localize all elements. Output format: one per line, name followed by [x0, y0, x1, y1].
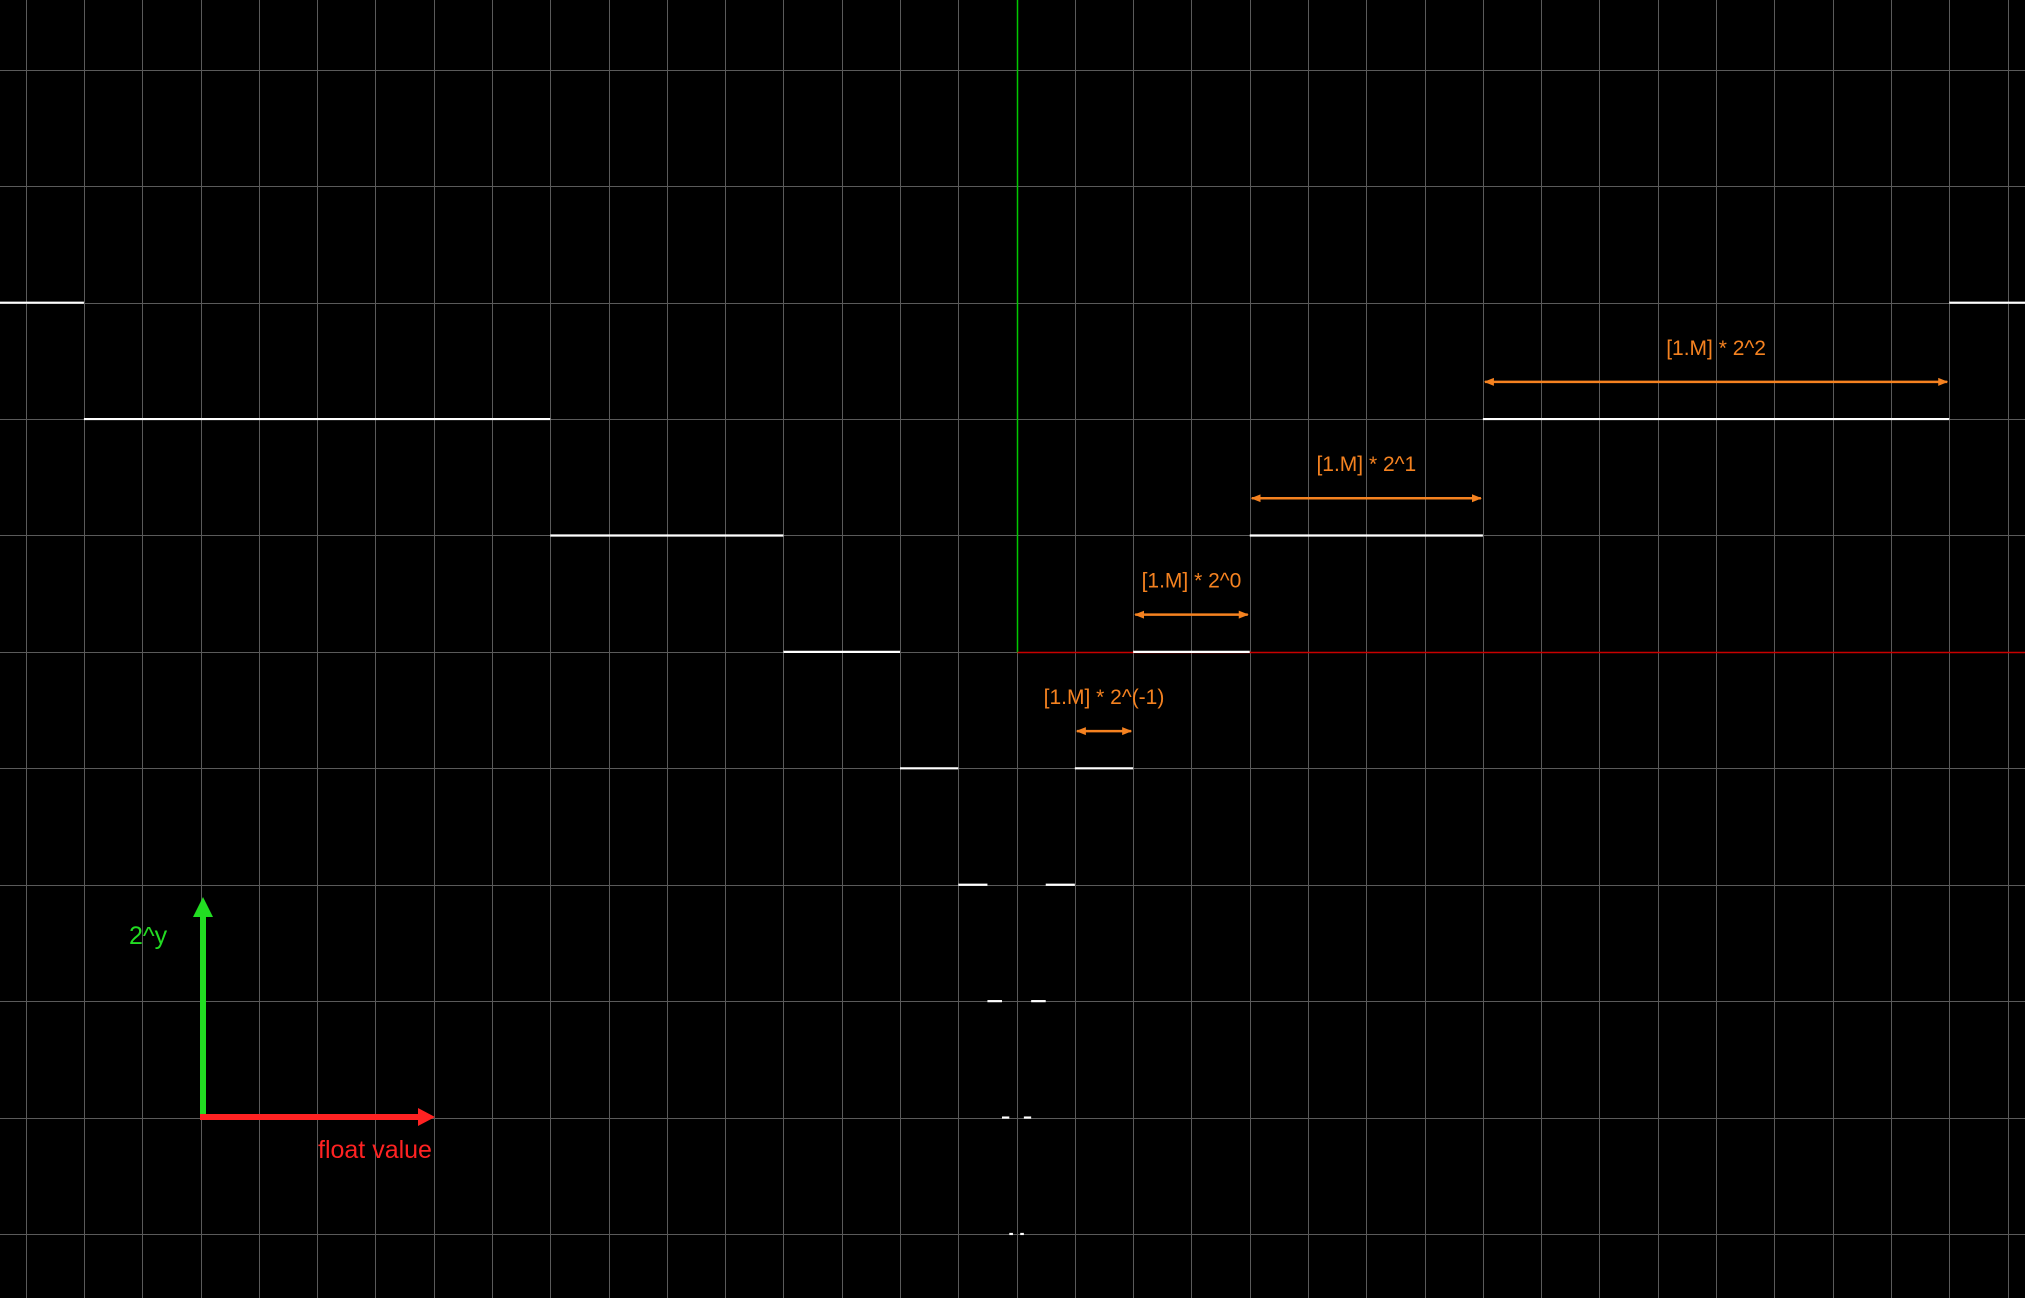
span-label: [1.M] * 2^2	[1666, 337, 1766, 360]
legend-x-label: float value	[318, 1136, 432, 1164]
background	[0, 0, 2025, 1298]
legend-y-label: 2^y	[129, 922, 168, 950]
span-label: [1.M] * 2^0	[1142, 570, 1242, 593]
float-exponent-diagram: [1.M] * 2^2 [1.M] * 2^1 [1.M] * 2^0 [1.M] *…	[0, 0, 2025, 1298]
span-label: [1.M] * 2^1	[1316, 453, 1416, 476]
span-label: [1.M] * 2^(-1)	[1044, 686, 1165, 709]
